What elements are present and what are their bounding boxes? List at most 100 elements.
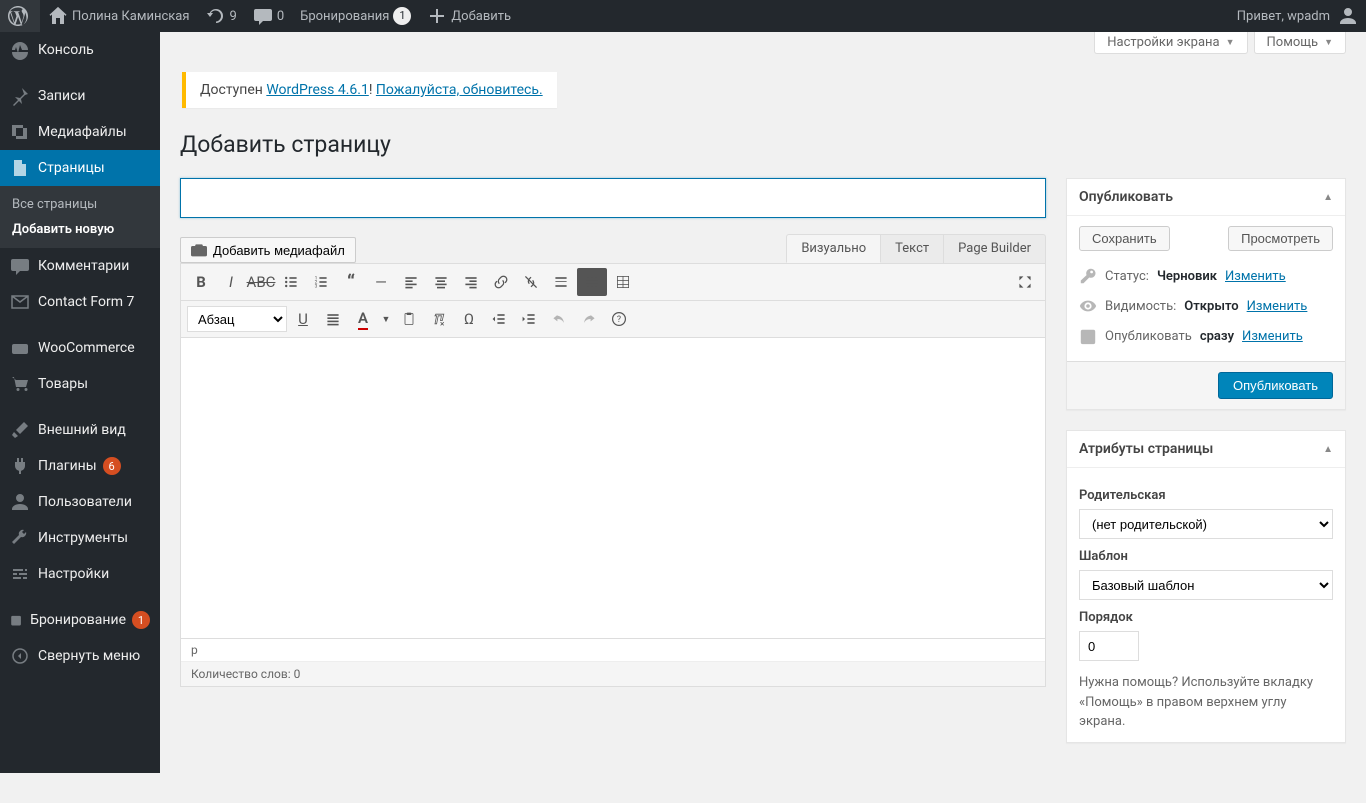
text-color-button[interactable]: A: [349, 305, 377, 333]
help-button[interactable]: ?: [605, 305, 633, 333]
align-left-button[interactable]: [397, 268, 425, 296]
menu-media[interactable]: Медиафайлы: [0, 114, 160, 150]
tab-pagebuilder[interactable]: Page Builder: [943, 234, 1046, 263]
number-list-button[interactable]: 123: [307, 268, 335, 296]
parent-label: Родительская: [1079, 488, 1333, 503]
updates-link[interactable]: 9: [198, 0, 245, 32]
wp-logo[interactable]: [0, 0, 40, 32]
bold-button[interactable]: B: [187, 268, 215, 296]
menu-users[interactable]: Пользователи: [0, 484, 160, 520]
editor-content[interactable]: [181, 338, 1045, 638]
updates-count: 9: [230, 9, 237, 24]
editor-path: p: [181, 638, 1045, 661]
comment-icon: [10, 256, 30, 276]
parent-select[interactable]: (нет родительской): [1079, 509, 1333, 539]
add-new-link[interactable]: Добавить: [419, 0, 519, 32]
comments-link[interactable]: 0: [245, 0, 292, 32]
home-icon: [48, 6, 68, 26]
wp-update-link[interactable]: Пожалуйста, обновитесь.: [376, 82, 543, 98]
italic-button[interactable]: I: [217, 268, 245, 296]
menu-comments[interactable]: Комментарии: [0, 248, 160, 284]
unlink-button[interactable]: [517, 268, 545, 296]
indent-button[interactable]: [515, 305, 543, 333]
menu-booking[interactable]: Бронирование1: [0, 602, 160, 638]
underline-button[interactable]: U: [289, 305, 317, 333]
calendar-icon: [1079, 327, 1097, 345]
special-char-button[interactable]: Ω: [455, 305, 483, 333]
menu-tools[interactable]: Инструменты: [0, 520, 160, 556]
justify-button[interactable]: [319, 305, 347, 333]
menu-products[interactable]: Товары: [0, 366, 160, 402]
fullscreen-button[interactable]: [1011, 268, 1039, 296]
dashboard-icon: [10, 40, 30, 60]
more-button[interactable]: [547, 268, 575, 296]
clear-format-button[interactable]: [425, 305, 453, 333]
template-select[interactable]: Базовый шаблон: [1079, 570, 1333, 600]
menu-collapse[interactable]: Свернуть меню: [0, 638, 160, 674]
toolbar-toggle-button[interactable]: [577, 268, 607, 296]
menu-plugins[interactable]: Плагины6: [0, 448, 160, 484]
title-wrap: [180, 178, 1046, 218]
edit-visibility-link[interactable]: Изменить: [1247, 299, 1308, 314]
preview-button[interactable]: Просмотреть: [1228, 226, 1333, 251]
menu-cf7[interactable]: Contact Form 7: [0, 284, 160, 320]
redo-button[interactable]: [575, 305, 603, 333]
order-input[interactable]: [1079, 631, 1139, 661]
hr-button[interactable]: —: [367, 268, 395, 296]
tab-visual[interactable]: Визуально: [786, 234, 881, 263]
align-center-button[interactable]: [427, 268, 455, 296]
page-title-input[interactable]: [180, 178, 1046, 218]
format-select[interactable]: Абзац: [187, 306, 287, 332]
chevron-down-icon: ▼: [1226, 37, 1235, 48]
publish-button[interactable]: Опубликовать: [1218, 372, 1333, 399]
site-name: Полина Каминская: [72, 9, 190, 24]
pin-icon: [10, 86, 30, 106]
update-notice: Доступен WordPress 4.6.1! Пожалуйста, об…: [182, 72, 557, 108]
text-color-dropdown[interactable]: ▼: [379, 305, 393, 333]
link-button[interactable]: [487, 268, 515, 296]
wp-version-link[interactable]: WordPress 4.6.1: [266, 82, 368, 98]
bookings-link[interactable]: Бронирования1: [292, 0, 419, 32]
comment-icon: [253, 6, 273, 26]
tab-text[interactable]: Текст: [880, 234, 944, 263]
menu-pages[interactable]: Страницы: [0, 150, 160, 186]
menu-woocommerce[interactable]: WooCommerce: [0, 330, 160, 366]
publish-metabox-header[interactable]: Опубликовать▲: [1067, 179, 1345, 216]
edit-schedule-link[interactable]: Изменить: [1242, 329, 1303, 344]
menu-posts[interactable]: Записи: [0, 78, 160, 114]
bullet-list-button[interactable]: [277, 268, 305, 296]
menu-settings[interactable]: Настройки: [0, 556, 160, 592]
attributes-metabox: Атрибуты страницы▲ Родительская (нет род…: [1066, 430, 1346, 743]
edit-status-link[interactable]: Изменить: [1225, 269, 1286, 284]
avatar-icon: [1338, 6, 1358, 26]
outdent-button[interactable]: [485, 305, 513, 333]
publish-metabox: Опубликовать▲ Сохранить Просмотреть Стат…: [1066, 178, 1346, 410]
align-right-button[interactable]: [457, 268, 485, 296]
blockquote-button[interactable]: “: [337, 268, 365, 296]
help-tab[interactable]: Помощь▼: [1254, 32, 1346, 54]
save-draft-button[interactable]: Сохранить: [1079, 226, 1170, 251]
chevron-down-icon: ▼: [1324, 37, 1333, 48]
add-media-button[interactable]: Добавить медиафайл: [180, 237, 356, 263]
submenu-add-page[interactable]: Добавить новую: [0, 217, 160, 242]
greeting: Привет, wpadm: [1237, 9, 1330, 24]
undo-button[interactable]: [545, 305, 573, 333]
sliders-icon: [10, 564, 30, 584]
eye-icon: [1079, 297, 1097, 315]
cart-icon: [10, 374, 30, 394]
menu-pages-submenu: Все страницы Добавить новую: [0, 186, 160, 248]
schedule-row: Опубликовать сразу Изменить: [1079, 321, 1333, 351]
menu-dashboard[interactable]: Консоль: [0, 32, 160, 68]
screen-options-tab[interactable]: Настройки экрана▼: [1094, 32, 1247, 54]
refresh-icon: [206, 6, 226, 26]
paste-text-button[interactable]: [395, 305, 423, 333]
submenu-all-pages[interactable]: Все страницы: [0, 192, 160, 217]
site-name-link[interactable]: Полина Каминская: [40, 0, 198, 32]
add-new-label: Добавить: [451, 9, 511, 24]
menu-appearance[interactable]: Внешний вид: [0, 412, 160, 448]
table-button[interactable]: [609, 268, 637, 296]
attributes-metabox-header[interactable]: Атрибуты страницы▲: [1067, 431, 1345, 468]
svg-text:?: ?: [617, 315, 621, 325]
account-link[interactable]: Привет, wpadm: [1229, 0, 1366, 32]
strike-button[interactable]: ABC: [247, 268, 275, 296]
